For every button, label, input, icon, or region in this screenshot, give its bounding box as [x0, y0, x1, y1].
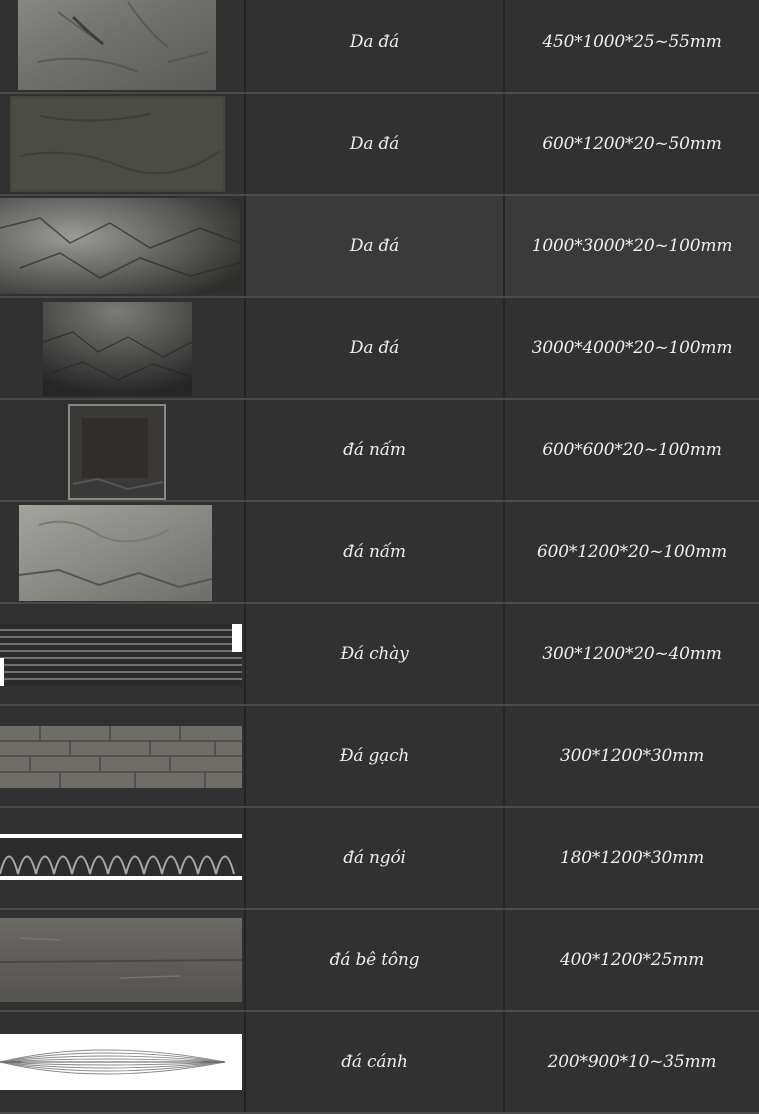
product-name: đá nấm: [343, 542, 406, 562]
concrete-stone-tile: [0, 918, 242, 1002]
product-name-cell: Đá chày: [246, 604, 505, 704]
product-name-cell: Da đá: [246, 298, 505, 398]
product-size-cell: 180*1200*30mm: [505, 808, 759, 908]
product-name: đá cánh: [341, 1052, 408, 1072]
product-image-cell: [0, 502, 246, 602]
product-name: đá ngói: [343, 848, 406, 868]
product-size: 400*1200*25mm: [560, 950, 704, 970]
product-size-cell: 1000*3000*20~100mm: [505, 196, 759, 296]
table-row: Da đá 450*1000*25~55mm: [0, 0, 759, 94]
product-name: Đá gạch: [339, 746, 410, 766]
table-row: đá ngói 180*1200*30mm: [0, 808, 759, 910]
product-name: Đá chày: [340, 644, 409, 664]
product-size-cell: 200*900*10~35mm: [505, 1012, 759, 1112]
product-size-cell: 3000*4000*20~100mm: [505, 298, 759, 398]
product-name: Da đá: [349, 338, 400, 358]
product-name-cell: đá cánh: [246, 1012, 505, 1112]
product-image-cell: [0, 0, 246, 92]
product-name: đá bê tông: [329, 950, 420, 970]
table-row: Da đá 1000*3000*20~100mm: [0, 196, 759, 298]
product-name: Da đá: [349, 134, 400, 154]
striped-stone-tile: [0, 624, 242, 686]
product-name-cell: đá bê tông: [246, 910, 505, 1010]
product-image-cell: [0, 910, 246, 1010]
product-size: 200*900*10~35mm: [547, 1052, 717, 1072]
table-row: Đá gạch 300*1200*30mm: [0, 706, 759, 808]
table-row: Da đá 3000*4000*20~100mm: [0, 298, 759, 400]
product-size: 300*1200*20~40mm: [542, 644, 722, 664]
wing-stone-tile: [0, 1034, 242, 1090]
product-size-cell: 600*600*20~100mm: [505, 400, 759, 500]
product-name-cell: Da đá: [246, 0, 505, 92]
product-name-cell: Da đá: [246, 94, 505, 194]
table-row: đá bê tông 400*1200*25mm: [0, 910, 759, 1012]
product-size-cell: 300*1200*30mm: [505, 706, 759, 806]
table-row: Da đá 600*1200*20~50mm: [0, 94, 759, 196]
product-name-cell: đá ngói: [246, 808, 505, 908]
product-size: 180*1200*30mm: [560, 848, 704, 868]
product-name-cell: đá nấm: [246, 400, 505, 500]
product-image-cell: [0, 94, 246, 194]
roof-tile-stone: [0, 834, 242, 880]
product-size: 1000*3000*20~100mm: [531, 236, 733, 256]
product-size-cell: 400*1200*25mm: [505, 910, 759, 1010]
stone-skin-tile: [0, 198, 240, 294]
product-name-cell: Da đá: [246, 196, 505, 296]
product-size: 300*1200*30mm: [560, 746, 704, 766]
product-image-cell: [0, 604, 246, 704]
product-size: 450*1000*25~55mm: [542, 32, 722, 52]
product-name-cell: đá nấm: [246, 502, 505, 602]
product-name: Da đá: [349, 236, 400, 256]
product-name-cell: Đá gạch: [246, 706, 505, 806]
product-image-cell: [0, 1012, 246, 1112]
product-size-cell: 300*1200*20~40mm: [505, 604, 759, 704]
product-size-cell: 600*1200*20~50mm: [505, 94, 759, 194]
product-table: Da đá 450*1000*25~55mm Da đá 600*1200*20…: [0, 0, 759, 1114]
product-image-cell: [0, 400, 246, 500]
stone-skin-tile: [18, 0, 216, 90]
table-row: đá nấm 600*600*20~100mm: [0, 400, 759, 502]
product-name: Da đá: [349, 32, 400, 52]
product-size-cell: 450*1000*25~55mm: [505, 0, 759, 92]
product-size: 600*600*20~100mm: [542, 440, 722, 460]
stone-skin-tile: [43, 302, 192, 396]
table-row: đá cánh 200*900*10~35mm: [0, 1012, 759, 1114]
product-name: đá nấm: [343, 440, 406, 460]
table-row: Đá chày 300*1200*20~40mm: [0, 604, 759, 706]
product-image-cell: [0, 706, 246, 806]
product-image-cell: [0, 808, 246, 908]
product-size: 600*1200*20~100mm: [537, 542, 727, 562]
mushroom-stone-tile: [68, 404, 166, 500]
product-size: 600*1200*20~50mm: [542, 134, 722, 154]
brick-stone-tile: [0, 726, 242, 788]
product-image-cell: [0, 196, 246, 296]
product-size: 3000*4000*20~100mm: [531, 338, 733, 358]
product-size-cell: 600*1200*20~100mm: [505, 502, 759, 602]
product-image-cell: [0, 298, 246, 398]
table-row: đá nấm 600*1200*20~100mm: [0, 502, 759, 604]
stone-skin-tile: [10, 96, 225, 192]
mushroom-stone-tile: [19, 505, 212, 601]
